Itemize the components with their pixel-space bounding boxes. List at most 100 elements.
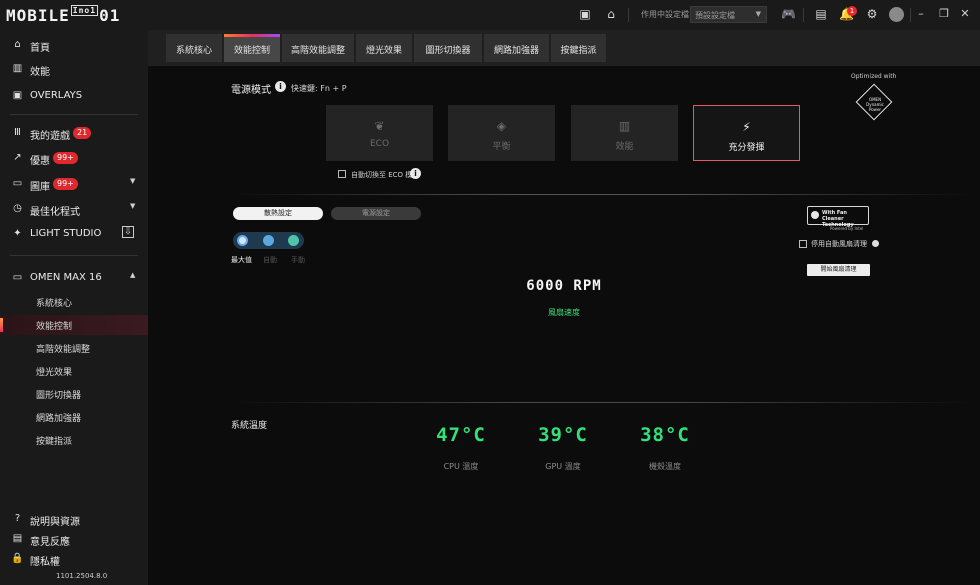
trending-icon: ↗ xyxy=(13,152,22,163)
power-mode-balanced[interactable]: ◈ 平衡 xyxy=(448,105,555,161)
power-mode-eco[interactable]: ❦ ECO xyxy=(326,105,433,161)
sidebar-item-label: 我的遊戲 xyxy=(30,131,70,142)
bars-icon: ▥ xyxy=(618,119,631,133)
optimizer-icon: ◷ xyxy=(13,203,22,214)
intel-label: Powered by Intel xyxy=(830,226,864,231)
close-icon[interactable]: ✕ xyxy=(958,7,972,21)
tab-graphics-switcher[interactable]: 圖形切換器 xyxy=(414,34,483,62)
balance-icon: ◈ xyxy=(496,119,507,133)
device-label: OMEN MAX 16 xyxy=(30,272,102,283)
power-mode-performance[interactable]: ▥ 效能 xyxy=(571,105,678,161)
unleashed-icon: ⚡ xyxy=(742,120,751,134)
sidebar-sub-graphics-switcher[interactable]: 圖形切換器 xyxy=(0,384,148,404)
sidebar-item-overlays[interactable]: ▣ OVERLAYS xyxy=(0,85,148,107)
sidebar-item-feedback[interactable]: ▤ 意見反應 xyxy=(0,528,148,550)
profile-select[interactable]: 預設設定檔 ▼ xyxy=(690,6,767,23)
sidebar-item-optimizer[interactable]: ◷ 最佳化程式 ▼ xyxy=(0,198,148,220)
sidebar-item-deals[interactable]: ↗ 優惠 99+ xyxy=(0,147,148,169)
sidebar-sub-advanced-tuning[interactable]: 高階效能調整 xyxy=(0,338,148,358)
start-fan-cleaning-button[interactable]: 開始風扇清理 xyxy=(807,264,870,276)
tab-lighting[interactable]: 燈光效果 xyxy=(356,34,413,62)
sidebar-sub-label: 系統核心 xyxy=(36,299,73,309)
tab-advanced-tuning[interactable]: 高階效能調整 xyxy=(282,34,355,62)
chassis-temp-value: 38°C xyxy=(640,424,690,446)
power-mode-label: 充分發揮 xyxy=(728,143,765,153)
divider xyxy=(10,114,138,115)
tab-label: 燈光效果 xyxy=(365,46,402,56)
tab-key-assignment[interactable]: 按鍵指派 xyxy=(551,34,607,62)
chassis-temp-label: 機殼溫度 xyxy=(649,462,681,471)
sidebar-sub-network-booster[interactable]: 網路加強器 xyxy=(0,407,148,427)
count-badge: 99+ xyxy=(53,178,78,190)
info-icon[interactable] xyxy=(872,240,879,247)
tab-label: 按鍵指派 xyxy=(560,46,597,56)
notification-badge: 1 xyxy=(847,6,857,16)
tab-power-settings[interactable]: 電源設定 xyxy=(331,207,421,220)
avatar[interactable] xyxy=(889,7,904,22)
chevron-up-icon[interactable]: ▲ xyxy=(130,271,135,279)
info-icon[interactable]: i xyxy=(410,168,421,179)
widget-icon[interactable]: ▣ xyxy=(578,7,592,21)
info-icon[interactable]: i xyxy=(275,81,286,92)
sidebar-item-label: 意見反應 xyxy=(30,537,70,548)
fan-icon[interactable] xyxy=(237,235,248,246)
fan-mode-auto[interactable]: 自動 xyxy=(263,255,277,265)
divider xyxy=(628,8,629,22)
gamepad-icon[interactable]: 🎮 xyxy=(781,7,796,21)
sidebar-sub-lighting[interactable]: 燈光效果 xyxy=(0,361,148,381)
fan-mode-dot[interactable] xyxy=(288,235,299,246)
home-icon: ⌂ xyxy=(14,39,21,50)
message-icon[interactable]: ▤ xyxy=(814,7,828,21)
fan-rpm-label: 風扇速度 xyxy=(548,308,580,317)
laptop-icon: ▭ xyxy=(12,272,23,283)
sidebar-item-gallery[interactable]: ▭ 圖庫 99+ ▼ xyxy=(0,173,148,195)
external-link-icon[interactable]: ⇩ xyxy=(122,226,134,238)
sidebar-item-performance[interactable]: ▥ 效能 xyxy=(0,58,148,80)
sidebar-item-privacy[interactable]: 🔒 隱私權 xyxy=(0,548,148,570)
sidebar-sub-system-core[interactable]: 系統核心 xyxy=(0,292,148,312)
tab-thermal-settings[interactable]: 散熱設定 xyxy=(233,207,323,220)
chevron-down-icon[interactable]: ▼ xyxy=(130,202,135,210)
tab-performance-control[interactable]: 效能控制 xyxy=(224,34,281,62)
count-badge: 99+ xyxy=(53,152,78,164)
profile-label: 作用中設定檔 xyxy=(641,10,689,19)
power-mode-label: 效能 xyxy=(615,142,634,152)
divider xyxy=(10,255,138,256)
version-text: 1101.2504.8.0 xyxy=(56,572,108,580)
sidebar-sub-label: 高階效能調整 xyxy=(36,345,91,355)
sidebar-sub-label: 網路加強器 xyxy=(36,414,82,424)
chevron-down-icon[interactable]: ▼ xyxy=(130,177,135,185)
divider xyxy=(910,8,911,22)
tab-network-booster[interactable]: 網路加強器 xyxy=(484,34,550,62)
gear-icon[interactable]: ⚙ xyxy=(865,7,879,21)
sidebar-item-label: 最佳化程式 xyxy=(30,207,80,218)
sidebar-sub-key-assignment[interactable]: 按鍵指派 xyxy=(0,430,148,450)
minimize-icon[interactable]: – xyxy=(914,7,928,21)
fan-mode-max[interactable]: 最大值 xyxy=(231,255,252,265)
sidebar-item-my-games[interactable]: Ⅲ 我的遊戲 21 xyxy=(0,122,148,144)
sidebar-sub-label: 按鍵指派 xyxy=(36,437,73,447)
power-mode-unleashed[interactable]: ⚡ 充分發揮 xyxy=(693,105,800,161)
fan-mode-selector[interactable] xyxy=(233,232,304,249)
tab-label: 網路加強器 xyxy=(493,46,539,56)
sidebar-item-label: LIGHT STUDIO xyxy=(30,228,102,239)
tab-system-core[interactable]: 系統核心 xyxy=(166,34,223,62)
overlay-icon: ▣ xyxy=(12,90,23,101)
sidebar-item-help[interactable]: ? 說明與資源 xyxy=(0,508,148,530)
lock-icon: 🔒 xyxy=(11,553,24,564)
divider xyxy=(231,402,971,403)
power-mode-label: 平衡 xyxy=(492,142,511,152)
home-icon[interactable]: ⌂ xyxy=(604,7,618,21)
eco-auto-checkbox[interactable] xyxy=(338,170,346,178)
count-badge: 21 xyxy=(73,127,92,139)
sidebar-device[interactable]: ▭ OMEN MAX 16 ▲ xyxy=(0,267,148,289)
fan-mode-dot[interactable] xyxy=(263,235,274,246)
fan-cleaner-checkbox[interactable] xyxy=(799,240,807,248)
sidebar-item-light-studio[interactable]: ✦ LIGHT STUDIO ⇩ xyxy=(0,223,148,245)
sidebar-sub-performance-control[interactable]: 效能控制 xyxy=(0,315,148,335)
restore-icon[interactable]: ❐ xyxy=(937,7,951,21)
fan-mode-manual[interactable]: 手動 xyxy=(291,255,305,265)
sidebar-item-home[interactable]: ⌂ 首頁 xyxy=(0,34,148,56)
main-content: 系統核心 效能控制 高階效能調整 燈光效果 圖形切換器 網路加強器 按鍵指派 電… xyxy=(148,30,980,585)
cpu-temp-value: 47°C xyxy=(436,424,486,446)
